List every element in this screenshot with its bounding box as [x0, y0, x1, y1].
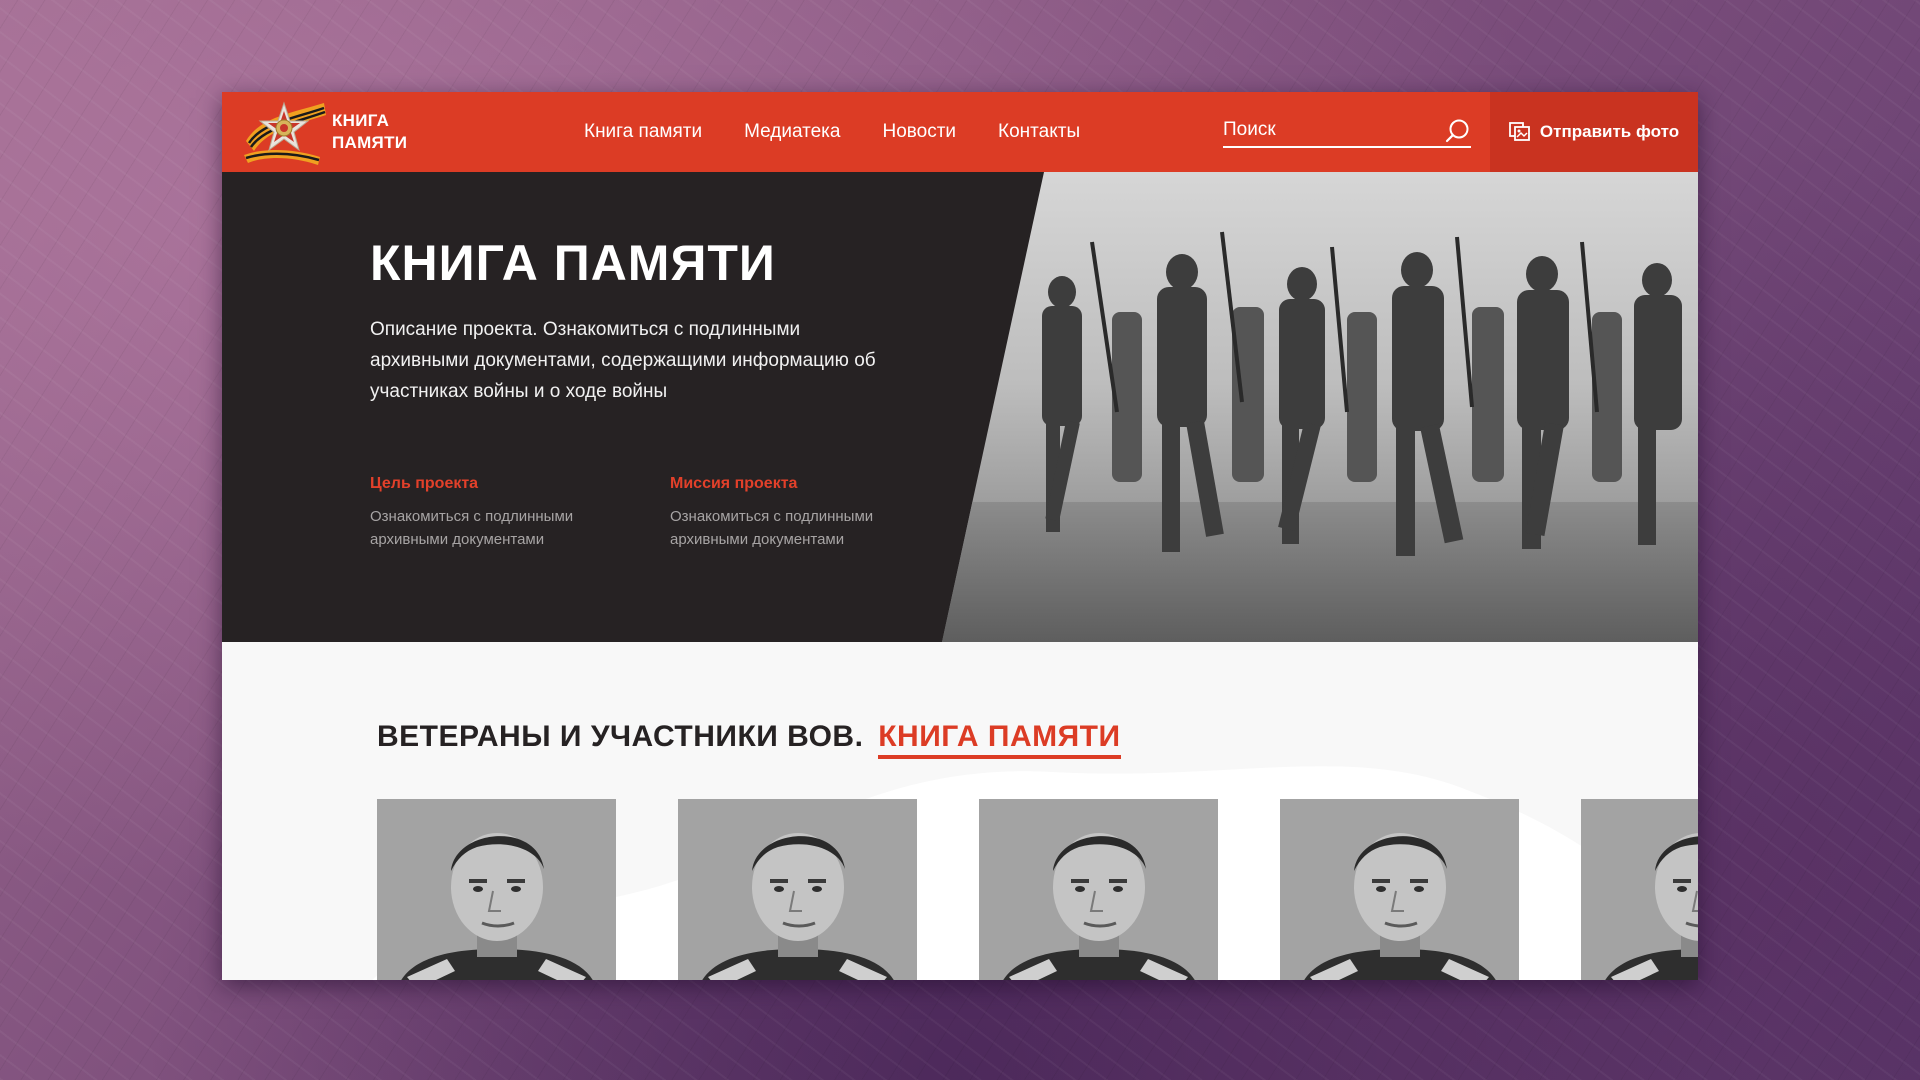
- veterans-title-main: ВЕТЕРАНЫ И УЧАСТНИКИ ВОВ.: [377, 720, 864, 753]
- hero-content: КНИГА ПАМЯТИ Описание проекта. Ознакомит…: [370, 234, 930, 407]
- veteran-cards: [377, 799, 1698, 980]
- website-mockup: КНИГА ПАМЯТИ Книга памяти Медиатека Ново…: [222, 92, 1698, 980]
- nav-item-contacts[interactable]: Контакты: [998, 121, 1080, 143]
- hero-section: КНИГА ПАМЯТИ Описание проекта. Ознакомит…: [222, 172, 1698, 642]
- site-header: КНИГА ПАМЯТИ Книга памяти Медиатека Ново…: [222, 92, 1698, 172]
- veteran-portrait: [979, 799, 1218, 980]
- logo-text-line1: КНИГА: [332, 111, 390, 130]
- veteran-portrait: [678, 799, 917, 980]
- veterans-title: ВЕТЕРАНЫ И УЧАСТНИКИ ВОВ. КНИГА ПАМЯТИ: [377, 720, 1121, 759]
- veteran-card[interactable]: [1280, 799, 1519, 980]
- project-mission-text: Ознакомиться с подлинными архивными доку…: [670, 508, 874, 548]
- send-photo-button[interactable]: Отправить фото: [1490, 92, 1698, 172]
- project-goal: Цель проекта Ознакомиться с подлинными а…: [370, 475, 670, 551]
- search-box: [1223, 114, 1471, 148]
- veteran-card[interactable]: [979, 799, 1218, 980]
- logo-text-line2: ПАМЯТИ: [332, 133, 408, 152]
- hero-title: КНИГА ПАМЯТИ: [370, 235, 776, 291]
- veteran-card[interactable]: [1581, 799, 1698, 980]
- nav-item-news[interactable]: Новости: [882, 121, 956, 143]
- order-of-patriotic-war-logo-icon: [244, 101, 326, 165]
- search-icon[interactable]: [1445, 118, 1471, 144]
- project-goal-title: Цель проекта: [370, 475, 479, 492]
- project-facts: Цель проекта Ознакомиться с подлинными а…: [370, 475, 970, 551]
- veterans-title-accent: КНИГА ПАМЯТИ: [878, 720, 1121, 759]
- send-photo-label: Отправить фото: [1539, 122, 1680, 141]
- project-goal-text: Ознакомиться с подлинными архивными доку…: [370, 508, 574, 548]
- veteran-portrait: [1581, 799, 1698, 980]
- project-mission: Миссия проекта Ознакомиться с подлинными…: [670, 475, 970, 551]
- veteran-card[interactable]: [377, 799, 616, 980]
- veteran-card[interactable]: [678, 799, 917, 980]
- veterans-section: ВЕТЕРАНЫ И УЧАСТНИКИ ВОВ. КНИГА ПАМЯТИ: [222, 642, 1698, 980]
- nav-item-memory-book[interactable]: Книга памяти: [584, 121, 702, 143]
- photo-upload-icon: [1509, 122, 1530, 141]
- marching-soldiers-photo: [942, 172, 1698, 642]
- search-input[interactable]: [1223, 119, 1433, 141]
- logo-text: КНИГА ПАМЯТИ: [332, 110, 407, 154]
- nav-item-media-library[interactable]: Медиатека: [744, 121, 840, 143]
- hero-description: Описание проекта. Ознакомиться с подлинн…: [370, 319, 876, 402]
- logo[interactable]: КНИГА ПАМЯТИ: [242, 92, 492, 172]
- veteran-portrait: [377, 799, 616, 980]
- veteran-portrait: [1280, 799, 1519, 980]
- main-nav: Книга памяти Медиатека Новости Контакты: [584, 121, 1122, 143]
- project-mission-title: Миссия проекта: [670, 475, 798, 492]
